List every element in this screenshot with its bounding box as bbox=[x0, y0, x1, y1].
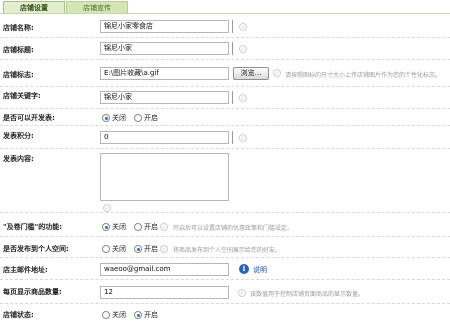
tab-bar: 店铺设置 店铺宣传 bbox=[0, 0, 450, 14]
info-icon[interactable]: i bbox=[239, 264, 249, 274]
form-row-personal-space: 是否发布到个人空间: 关闭 开启 ✓ 将商品发布到个人空间展示给您的好友。 bbox=[0, 237, 450, 258]
check-icon: ✓ bbox=[160, 245, 168, 253]
personal-space-off-radio[interactable] bbox=[102, 245, 110, 253]
form-row-shop-status: 店铺状态: 关闭 开启 bbox=[0, 304, 450, 325]
allow-post-off-radio[interactable] bbox=[102, 114, 110, 122]
shop-name-label: 店铺名称: bbox=[3, 24, 34, 32]
feature-label: "及卷门槛"的功能: bbox=[3, 223, 63, 231]
shop-status-off-radio[interactable] bbox=[102, 311, 110, 319]
post-content-label: 发表内容: bbox=[3, 155, 34, 163]
items-per-page-label: 每页显示商品数量: bbox=[3, 288, 62, 296]
shop-status-on-radio[interactable] bbox=[134, 311, 142, 319]
personal-space-off-label: 关闭 bbox=[112, 245, 126, 253]
shop-title-input[interactable]: 锦尼小家 bbox=[100, 42, 229, 55]
form-row-allow-post: 是否可以开发表: 关闭 开启 bbox=[0, 109, 450, 126]
personal-space-label: 是否发布到个人空间: bbox=[3, 245, 69, 253]
check-icon: ✓ bbox=[239, 134, 247, 142]
allow-post-label: 是否可以开发表: bbox=[3, 114, 55, 122]
shop-status-on-label: 开启 bbox=[144, 311, 158, 319]
check-icon: ✓ bbox=[239, 45, 247, 53]
shop-status-off-label: 关闭 bbox=[112, 311, 126, 319]
shop-title-label: 店铺标题: bbox=[3, 46, 34, 54]
check-icon: ✓ bbox=[160, 223, 168, 231]
form-row-shop-name: 店铺名称: 锦尼小家零食店 ✓ bbox=[0, 16, 450, 38]
shop-logo-file-input[interactable]: E:\图片收藏\a.gif bbox=[100, 67, 229, 80]
personal-space-hint: 将商品发布到个人空间展示给您的好友。 bbox=[173, 247, 282, 254]
form-row-owner-email: 店主邮件地址: waeoo@gmail.com i 说明 bbox=[0, 258, 450, 280]
form-row-shop-keywords: 店铺关键字: 锦尼小家 ✓ bbox=[0, 87, 450, 109]
personal-space-on-radio[interactable] bbox=[134, 245, 142, 253]
browse-button[interactable]: 浏览... bbox=[233, 67, 269, 80]
tab-shop-settings[interactable]: 店铺设置 bbox=[3, 1, 65, 13]
field-divider bbox=[232, 91, 233, 104]
form-row-post-points: 发表积分: 0 ✓ bbox=[0, 126, 450, 149]
feature-off-label: 关闭 bbox=[112, 223, 126, 231]
allow-post-off-label: 关闭 bbox=[112, 114, 126, 122]
field-divider bbox=[232, 131, 233, 144]
tab-shop-promotion[interactable]: 店铺宣传 bbox=[66, 1, 128, 13]
personal-space-on-label: 开启 bbox=[144, 245, 158, 253]
shop-keywords-input[interactable]: 锦尼小家 bbox=[100, 91, 229, 104]
form-row-shop-title: 店铺标题: 锦尼小家 ✓ bbox=[0, 38, 450, 60]
info-link[interactable]: 说明 bbox=[253, 265, 267, 275]
items-per-page-input[interactable]: 12 bbox=[100, 286, 229, 299]
post-content-textarea[interactable] bbox=[100, 153, 229, 201]
shop-logo-hint: 请按照图标的尺寸大小上传店铺图片作为您的个性化标志。 bbox=[285, 72, 442, 79]
owner-email-label: 店主邮件地址: bbox=[3, 266, 48, 274]
form-row-shop-logo: 店铺标志: E:\图片收藏\a.gif 浏览... ✓ 请按照图标的尺寸大小上传… bbox=[0, 60, 450, 87]
check-icon: ✓ bbox=[238, 289, 246, 297]
check-icon: ✓ bbox=[239, 23, 247, 31]
shop-name-input[interactable]: 锦尼小家零食店 bbox=[100, 20, 229, 33]
shop-status-label: 店铺状态: bbox=[3, 311, 34, 319]
feature-on-radio[interactable] bbox=[134, 223, 142, 231]
shop-keywords-label: 店铺关键字: bbox=[3, 92, 41, 100]
check-icon: ✓ bbox=[239, 94, 247, 102]
shop-logo-label: 店铺标志: bbox=[3, 71, 34, 79]
allow-post-on-label: 开启 bbox=[144, 114, 158, 122]
items-per-page-hint: 该数值用于控制店铺页面商品的显示数量。 bbox=[250, 291, 365, 298]
feature-on-label: 开启 bbox=[144, 223, 158, 231]
post-points-input[interactable]: 0 bbox=[100, 131, 229, 144]
owner-email-input[interactable]: waeoo@gmail.com bbox=[100, 263, 229, 276]
form-row-items-per-page: 每页显示商品数量: 12 ✓ 该数值用于控制店铺页面商品的显示数量。 bbox=[0, 280, 450, 304]
feature-off-radio[interactable] bbox=[102, 223, 110, 231]
allow-post-on-radio[interactable] bbox=[134, 114, 142, 122]
form-row-feature: "及卷门槛"的功能: 关闭 开启 ✓ 开启后可以设置店铺的优惠政策和门槛设定。 bbox=[0, 213, 450, 237]
field-divider bbox=[232, 20, 233, 33]
feature-hint: 开启后可以设置店铺的优惠政策和门槛设定。 bbox=[173, 225, 294, 232]
post-points-label: 发表积分: bbox=[3, 132, 34, 140]
check-icon: ✓ bbox=[273, 69, 281, 77]
field-divider bbox=[232, 42, 233, 55]
form-row-post-content: 发表内容: ✓ bbox=[0, 149, 450, 213]
check-icon: ✓ bbox=[103, 204, 111, 212]
